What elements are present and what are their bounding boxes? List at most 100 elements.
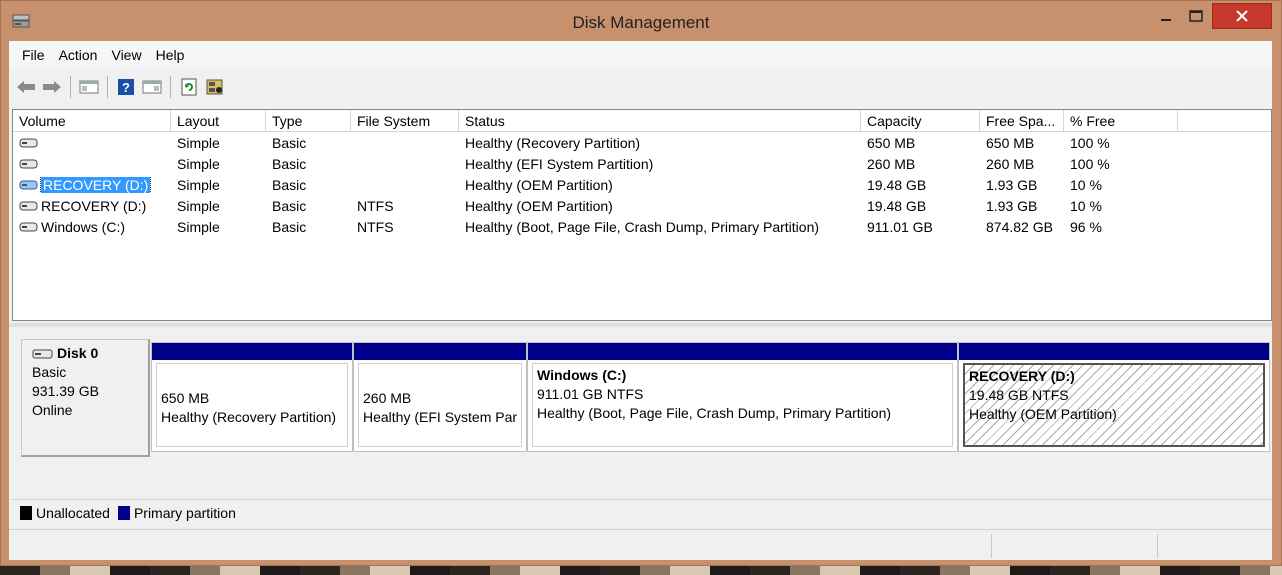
partition-recovery[interactable]: 650 MB Healthy (Recovery Partition) [151,342,353,452]
cell-free-space: 1.93 GB [986,197,1038,214]
cell-layout: Simple [177,176,220,193]
column-header-free-space[interactable]: Free Spa... [980,110,1064,131]
disk-size: 931.39 GB [32,383,99,399]
properties-button[interactable] [141,76,163,98]
column-header-volume[interactable]: Volume [13,110,171,131]
table-row[interactable]: Simple Basic Healthy (EFI System Partiti… [13,153,1271,174]
cell-file-system: NTFS [357,197,394,214]
column-header-type[interactable]: Type [266,110,351,131]
cell-layout: Simple [177,197,220,214]
title-bar[interactable]: Disk Management [1,1,1281,41]
minimize-button[interactable] [1151,3,1181,29]
menu-action[interactable]: Action [52,47,105,63]
cell-status: Healthy (EFI System Partition) [465,155,654,172]
cell-percent-free: 10 % [1070,197,1102,214]
column-header-capacity[interactable]: Capacity [861,110,980,131]
column-header-layout[interactable]: Layout [171,110,266,131]
partition-size: 19.48 GB NTFS [969,387,1069,403]
disk-graphical-view: Disk 0 Basic 931.39 GB Online 650 MB Hea… [12,327,1272,497]
cell-free-space: 650 MB [986,134,1035,151]
drive-icon [19,138,38,147]
volume-name: RECOVERY (D:) [19,198,146,214]
cell-free-space: 1.93 GB [986,176,1038,193]
cell-capacity: 650 MB [867,134,916,151]
refresh-icon [181,78,197,96]
disk-type: Basic [32,364,67,380]
cell-status: Healthy (OEM Partition) [465,176,613,193]
partition-size: 650 MB [161,390,210,406]
menu-help[interactable]: Help [149,47,192,63]
volume-name [19,138,41,148]
cell-layout: Simple [177,218,220,235]
rescan-disks-button[interactable] [204,76,226,98]
disk-state: Online [32,402,73,418]
status-divider [1157,534,1158,558]
cell-type: Basic [272,155,307,172]
cell-capacity: 260 MB [867,155,916,172]
status-bar [9,529,1272,560]
drive-icon [19,159,38,168]
forward-button[interactable] [41,76,63,98]
help-button[interactable]: ? [115,76,137,98]
primary-partition-swatch [117,505,130,520]
partition-status: Healthy (OEM Partition) [969,406,1117,422]
cell-capacity: 19.48 GB [867,176,927,193]
maximize-button[interactable] [1181,3,1211,29]
table-row-selected[interactable]: RECOVERY (D:) Simple Basic Healthy (OEM … [13,174,1271,195]
cell-percent-free: 100 % [1070,134,1110,151]
column-header-file-system[interactable]: File System [351,110,459,131]
drive-icon [19,222,38,231]
table-row[interactable]: Simple Basic Healthy (Recovery Partition… [13,132,1271,153]
cell-percent-free: 10 % [1070,176,1102,193]
cell-free-space: 260 MB [986,155,1035,172]
status-divider [991,534,992,558]
cell-percent-free: 100 % [1070,155,1110,172]
cell-capacity: 19.48 GB [867,197,927,214]
primary-partition-bar [152,343,352,360]
primary-partition-bar [354,343,526,360]
menu-file[interactable]: File [15,47,52,63]
volume-list: Volume Layout Type File System Status Ca… [12,109,1272,321]
rescan-disks-icon [206,79,223,95]
table-row[interactable]: RECOVERY (D:) Simple Basic NTFS Healthy … [13,195,1271,216]
column-header-status[interactable]: Status [459,110,861,131]
back-button[interactable] [15,76,37,98]
legend-primary-label: Primary partition [133,504,236,521]
disk-name: Disk 0 [57,345,99,361]
cell-type: Basic [272,176,307,193]
primary-partition-bar [959,343,1269,360]
primary-partition-bar [528,343,957,360]
help-icon: ? [118,79,134,95]
partition-title: Windows (C:) [537,367,627,383]
client-area: File Action View Help ? Volume Layout Ty… [9,41,1272,560]
cell-type: Basic [272,197,307,214]
menu-view[interactable]: View [104,47,148,63]
cell-layout: Simple [177,134,220,151]
partition-efi[interactable]: 260 MB Healthy (EFI System Par [353,342,527,452]
refresh-button[interactable] [178,76,200,98]
volume-name: Windows (C:) [19,219,125,235]
close-button[interactable] [1212,3,1272,29]
table-row[interactable]: Windows (C:) Simple Basic NTFS Healthy (… [13,216,1271,237]
partition-recovery-d-selected[interactable]: RECOVERY (D:) 19.48 GB NTFS Healthy (OEM… [958,342,1270,452]
toolbar-separator [170,76,171,98]
partition-status: Healthy (EFI System Par [363,409,518,425]
show-hide-console-tree-button[interactable] [78,76,100,98]
window-title: Disk Management [572,13,710,32]
partition-windows-c[interactable]: Windows (C:) 911.01 GB NTFS Healthy (Boo… [527,342,958,452]
disk-0-label[interactable]: Disk 0 Basic 931.39 GB Online [21,339,150,457]
cell-layout: Simple [177,155,220,172]
forward-arrow-icon [43,81,61,93]
drive-icon [19,180,38,189]
partition-status: Healthy (Recovery Partition) [161,409,337,425]
cell-capacity: 911.01 GB [867,218,933,235]
partition-title: RECOVERY (D:) [969,368,1075,384]
column-header-percent-free[interactable]: % Free [1064,110,1178,131]
toolbar: ? [9,69,1272,105]
console-tree-icon [79,80,99,94]
maximize-icon [1189,10,1203,22]
disk-management-window: Disk Management File Action View Help ? … [0,0,1282,566]
partition-body: Windows (C:) 911.01 GB NTFS Healthy (Boo… [532,363,953,447]
cell-free-space: 874.82 GB [986,218,1053,235]
volume-name [19,159,41,169]
